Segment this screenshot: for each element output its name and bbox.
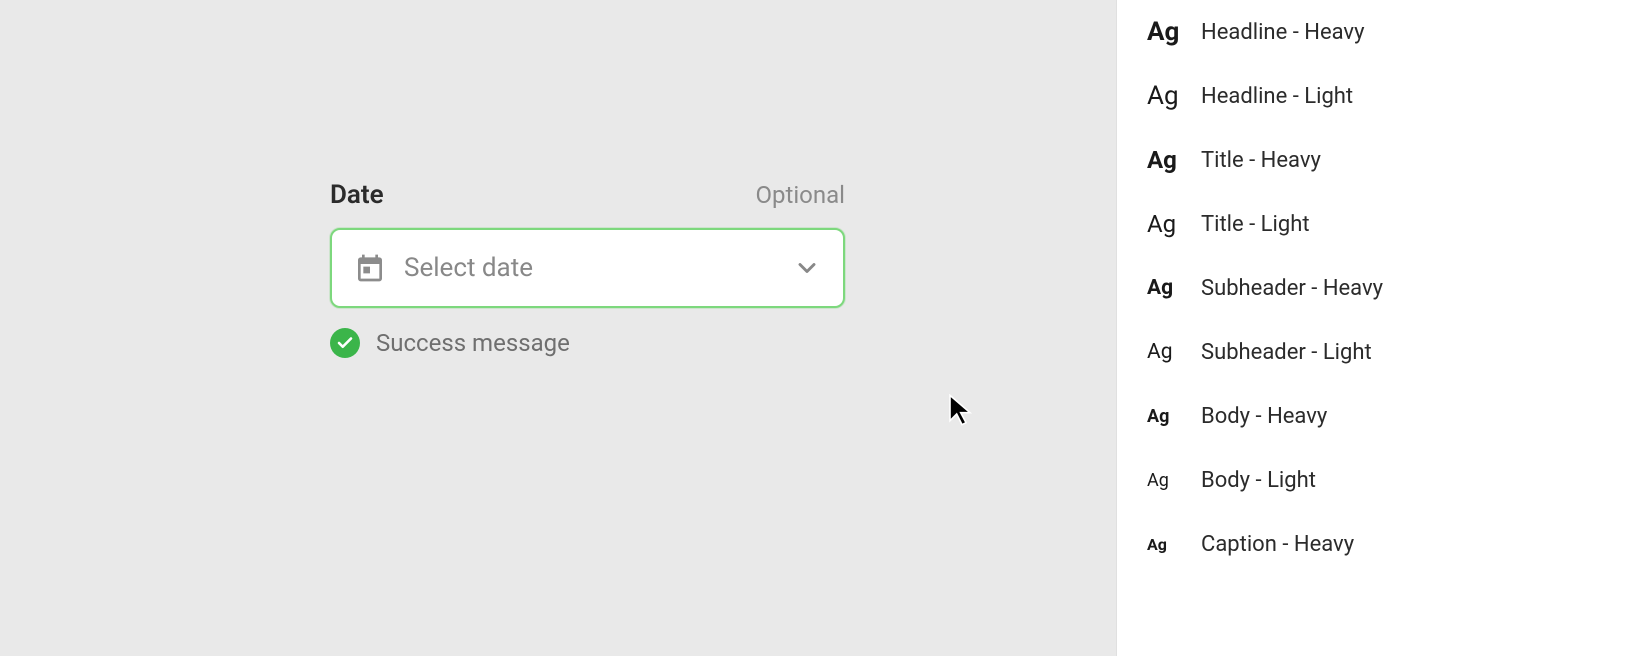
text-style-item[interactable]: Ag Title - Heavy [1147, 128, 1650, 192]
success-check-icon [330, 328, 360, 358]
text-style-label: Body - Heavy [1201, 404, 1327, 429]
field-label: Date [330, 180, 384, 210]
ag-sample-icon: Ag [1147, 17, 1183, 47]
text-style-label: Headline - Light [1201, 84, 1353, 109]
text-style-item[interactable]: Ag Subheader - Heavy [1147, 256, 1650, 320]
ag-sample-icon: Ag [1147, 81, 1183, 111]
ag-sample-icon: Ag [1147, 210, 1183, 238]
date-placeholder: Select date [404, 253, 793, 283]
date-input[interactable]: Select date [330, 228, 845, 308]
text-style-item[interactable]: Ag Headline - Light [1147, 64, 1650, 128]
text-style-item[interactable]: Ag Caption - Heavy [1147, 512, 1650, 576]
ag-sample-icon: Ag [1147, 340, 1183, 364]
ag-sample-icon: Ag [1147, 470, 1183, 491]
text-style-label: Body - Light [1201, 468, 1316, 493]
calendar-icon [354, 252, 386, 284]
text-style-item[interactable]: Ag Headline - Heavy [1147, 0, 1650, 64]
text-style-label: Headline - Heavy [1201, 20, 1364, 45]
label-row: Date Optional [330, 180, 845, 210]
help-text: Success message [376, 329, 570, 357]
optional-label: Optional [755, 181, 845, 209]
ag-sample-icon: Ag [1147, 146, 1183, 174]
text-style-label: Caption - Heavy [1201, 532, 1354, 557]
ag-sample-icon: Ag [1147, 406, 1183, 427]
text-style-label: Subheader - Light [1201, 340, 1372, 365]
design-canvas[interactable]: Date Optional Select date Succe [0, 0, 1116, 656]
ag-sample-icon: Ag [1147, 535, 1183, 554]
text-styles-panel: Ag Headline - Heavy Ag Headline - Light Ag Ti… [1116, 0, 1650, 656]
text-style-item[interactable]: Ag Subheader - Light [1147, 320, 1650, 384]
date-form-group: Date Optional Select date Succe [330, 180, 845, 358]
chevron-down-icon [793, 254, 821, 282]
text-style-label: Title - Heavy [1201, 148, 1321, 173]
help-row: Success message [330, 328, 845, 358]
text-style-item[interactable]: Ag Title - Light [1147, 192, 1650, 256]
text-style-label: Subheader - Heavy [1201, 276, 1383, 301]
text-style-list: Ag Headline - Heavy Ag Headline - Light Ag Ti… [1147, 0, 1650, 576]
ag-sample-icon: Ag [1147, 276, 1183, 300]
text-style-item[interactable]: Ag Body - Heavy [1147, 384, 1650, 448]
cursor-icon [948, 394, 976, 430]
text-style-item[interactable]: Ag Body - Light [1147, 448, 1650, 512]
text-style-label: Title - Light [1201, 212, 1310, 237]
